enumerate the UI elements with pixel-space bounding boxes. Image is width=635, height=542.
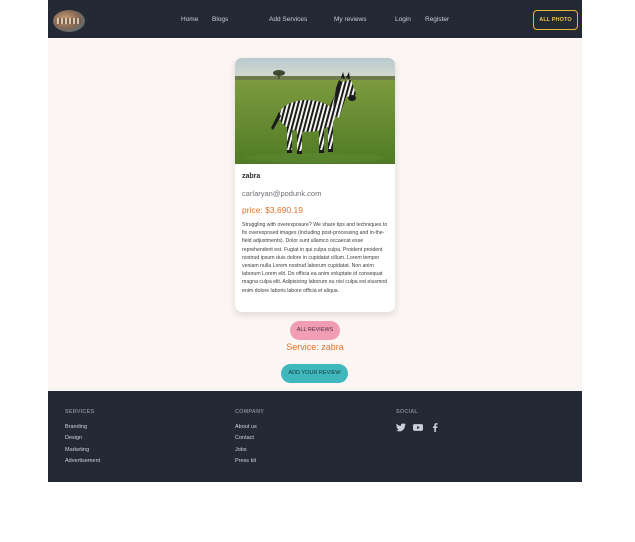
main-content: zabra carlaryan@podunk.com price: $3,690… [48, 38, 582, 391]
service-name-heading: Service: zabra [286, 342, 344, 352]
footer-link-jobs[interactable]: Jobs [235, 447, 247, 453]
site-footer: SERVICES Branding Design Marketing Adver… [48, 391, 582, 482]
all-photo-button[interactable]: ALL PHOTO [533, 10, 578, 30]
service-image [235, 58, 395, 164]
page-frame: Home Blogs Add Services My reviews Login… [48, 0, 582, 482]
nav-link-my-reviews[interactable]: My reviews [334, 16, 367, 23]
footer-link-about-us[interactable]: About us [235, 424, 257, 430]
service-card: zabra carlaryan@podunk.com price: $3,690… [235, 58, 395, 312]
twitter-icon[interactable] [396, 423, 406, 432]
youtube-icon[interactable] [413, 423, 423, 432]
footer-heading-social: SOCIAL [396, 409, 418, 415]
footer-link-branding[interactable]: Branding [65, 424, 87, 430]
service-title: zabra [242, 173, 261, 180]
top-navbar: Home Blogs Add Services My reviews Login… [48, 0, 582, 38]
footer-heading-company: COMPANY [235, 409, 265, 415]
footer-link-contact[interactable]: Contact [235, 435, 254, 441]
add-review-button[interactable]: ADD YOUR REVIEW [281, 364, 348, 383]
nav-link-blogs[interactable]: Blogs [212, 16, 228, 23]
footer-heading-services: SERVICES [65, 409, 95, 415]
nav-link-home[interactable]: Home [181, 16, 198, 23]
footer-link-advertisement[interactable]: Advertisement [65, 458, 100, 464]
nav-link-add-services[interactable]: Add Services [269, 16, 307, 23]
service-price: price: $3,690.19 [242, 205, 303, 215]
service-email: carlaryan@podunk.com [242, 189, 322, 198]
all-reviews-button[interactable]: ALL REVIEWS [290, 321, 340, 340]
footer-link-press-kit[interactable]: Press kit [235, 458, 256, 464]
footer-link-design[interactable]: Design [65, 435, 82, 441]
service-description: Struggling with overexposure? We share t… [242, 222, 388, 294]
site-logo[interactable] [53, 10, 85, 32]
nav-link-register[interactable]: Register [425, 16, 449, 23]
footer-link-marketing[interactable]: Marketing [65, 447, 89, 453]
facebook-icon[interactable] [430, 423, 440, 432]
nav-link-login[interactable]: Login [395, 16, 411, 23]
